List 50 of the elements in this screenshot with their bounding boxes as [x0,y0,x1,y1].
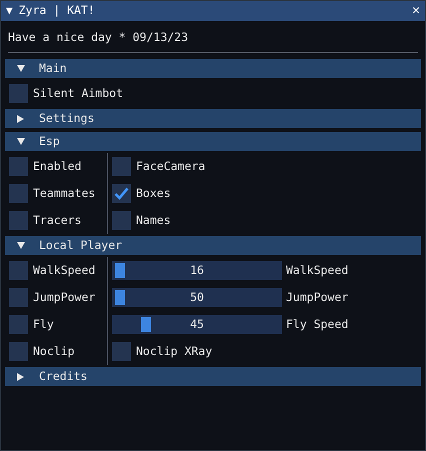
slider[interactable]: 16 [112,261,282,280]
checkbox[interactable] [112,157,131,176]
slider-value: 16 [190,262,204,280]
caret-down-icon [17,65,25,72]
slider-value: 50 [190,289,204,306]
checkbox-label: Noclip XRay [136,343,212,360]
greeting-text: Have a nice day * 09/13/23 [8,30,188,44]
checkbox[interactable] [112,342,131,362]
checkbox-label: JumpPower [33,289,96,306]
section-header[interactable]: Esp [5,132,421,152]
section-header[interactable]: Local Player [5,236,421,256]
checkbox[interactable] [9,157,28,176]
slider-thumb[interactable] [115,290,125,306]
checkbox[interactable] [9,261,28,280]
slider-label: WalkSpeed [286,262,348,280]
section-header[interactable]: Credits [5,367,421,386]
section-header[interactable]: Main [5,59,421,78]
checkbox-label: Tracers [33,212,82,230]
checkbox-label: Silent Aimbot [33,85,124,102]
caret-down-icon [17,242,25,250]
checkbox[interactable] [9,342,28,362]
slider-thumb[interactable] [140,317,150,332]
checkbox[interactable] [9,288,28,308]
checkbox-label: Noclip [33,343,75,360]
checkbox-label: Enabled [33,158,82,176]
slider-label: Fly Speed [286,316,348,334]
caret-down-icon [17,138,25,146]
collapse-button[interactable]: ▼ [6,2,13,20]
checkbox-label: Teammates [33,185,96,202]
close-button[interactable]: ✕ [412,1,420,21]
checkbox[interactable] [9,184,28,204]
checkbox-label: Fly [33,316,54,334]
caret-right-icon [17,114,24,123]
checkbox[interactable] [9,211,28,230]
checkbox[interactable] [9,315,28,334]
section-header[interactable]: Settings [5,109,421,128]
checkbox[interactable] [9,84,28,104]
checkbox-label: Boxes [136,185,171,202]
checkbox-label: FaceCamera [136,158,206,176]
slider-value: 45 [190,316,204,334]
slider-label: JumpPower [286,289,348,306]
caret-right-icon [17,372,24,381]
checkbox[interactable] [112,211,131,230]
slider[interactable]: 50 [112,288,282,308]
window-title: Zyra | KAT! [18,2,95,20]
slider[interactable]: 45 [112,315,282,334]
checkbox-label: WalkSpeed [33,262,96,280]
checkbox[interactable] [112,184,131,204]
slider-thumb[interactable] [115,263,125,278]
checkbox-label: Names [136,212,171,230]
